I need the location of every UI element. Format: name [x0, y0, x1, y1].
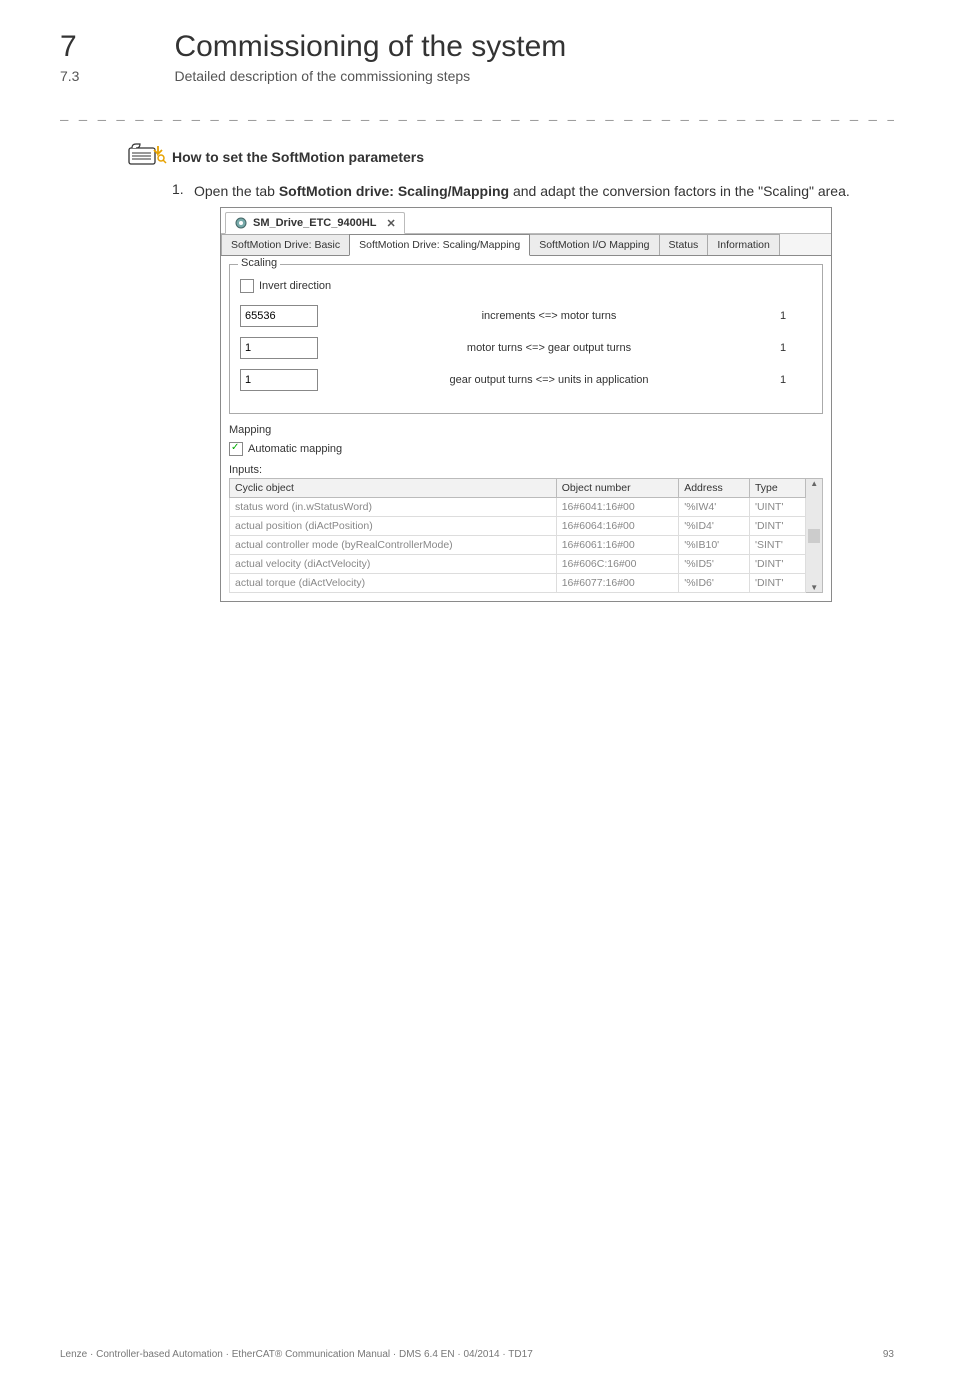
- scroll-up-icon[interactable]: ▲: [810, 479, 818, 488]
- inputs-table-wrap: Cyclic object Object number Address Type…: [229, 478, 823, 593]
- scale-right-1: 1: [780, 342, 812, 354]
- table-row[interactable]: actual position (diActPosition)16#6064:1…: [230, 517, 806, 536]
- invert-direction-row[interactable]: Invert direction: [240, 279, 812, 293]
- invert-direction-label: Invert direction: [259, 280, 331, 292]
- table-row[interactable]: actual controller mode (byRealController…: [230, 536, 806, 555]
- auto-mapping-label: Automatic mapping: [248, 443, 342, 455]
- invert-direction-checkbox[interactable]: [240, 279, 254, 293]
- scale-right-0: 1: [780, 310, 812, 322]
- screenshot-panel: SM_Drive_ETC_9400HL ✕ SoftMotion Drive: …: [220, 207, 832, 602]
- tab-io-mapping[interactable]: SoftMotion I/O Mapping: [529, 234, 659, 255]
- scroll-down-icon[interactable]: ▼: [810, 583, 818, 592]
- section-title: Detailed description of the commissionin…: [174, 68, 470, 84]
- auto-mapping-row[interactable]: Automatic mapping: [229, 442, 823, 456]
- scale-row-0: increments <=> motor turns 1: [240, 305, 812, 327]
- increments-input[interactable]: [240, 305, 318, 327]
- motor-turns-input[interactable]: [240, 337, 318, 359]
- scale-row-1: motor turns <=> gear output turns 1: [240, 337, 812, 359]
- table-row[interactable]: actual velocity (diActVelocity)16#606C:1…: [230, 555, 806, 574]
- col-address[interactable]: Address: [679, 479, 750, 498]
- inputs-label: Inputs:: [229, 464, 823, 476]
- scale-label-1: motor turns <=> gear output turns: [318, 342, 780, 354]
- inputs-table: Cyclic object Object number Address Type…: [229, 478, 806, 593]
- scale-label-0: increments <=> motor turns: [318, 310, 780, 322]
- howto-heading: How to set the SoftMotion parameters: [128, 142, 894, 171]
- tab-status[interactable]: Status: [659, 234, 709, 255]
- sub-tab-bar: SoftMotion Drive: Basic SoftMotion Drive…: [221, 234, 831, 256]
- step-number: 1.: [172, 181, 194, 201]
- tab-basic[interactable]: SoftMotion Drive: Basic: [221, 234, 350, 255]
- chapter-title: Commissioning of the system: [174, 30, 566, 64]
- scale-right-2: 1: [780, 374, 812, 386]
- scroll-thumb[interactable]: [808, 529, 820, 543]
- col-cyclic[interactable]: Cyclic object: [230, 479, 557, 498]
- procedure-icon: [128, 142, 172, 171]
- scaling-legend: Scaling: [238, 257, 280, 269]
- separator: _ _ _ _ _ _ _ _ _ _ _ _ _ _ _ _ _ _ _ _ …: [60, 108, 894, 124]
- file-tab-bar: SM_Drive_ETC_9400HL ✕: [221, 208, 831, 234]
- step-text: Open the tab SoftMotion drive: Scaling/M…: [194, 181, 850, 201]
- chapter-header: 7 Commissioning of the system 7.3 Detail…: [60, 30, 894, 86]
- file-tab[interactable]: SM_Drive_ETC_9400HL ✕: [225, 212, 405, 234]
- page-footer: Lenze · Controller-based Automation · Et…: [60, 1349, 894, 1360]
- scale-row-2: gear output turns <=> units in applicati…: [240, 369, 812, 391]
- footer-page-number: 93: [883, 1349, 894, 1360]
- scale-label-2: gear output turns <=> units in applicati…: [318, 374, 780, 386]
- scaling-group: Scaling Invert direction increments <=> …: [229, 264, 823, 414]
- step-1: 1. Open the tab SoftMotion drive: Scalin…: [172, 181, 894, 201]
- mapping-legend: Mapping: [229, 424, 823, 436]
- table-row[interactable]: actual torque (diActVelocity)16#6077:16#…: [230, 574, 806, 593]
- footer-left: Lenze · Controller-based Automation · Et…: [60, 1349, 533, 1360]
- table-scrollbar[interactable]: ▲ ▼: [806, 478, 823, 593]
- chapter-number: 7: [60, 30, 170, 64]
- table-row[interactable]: status word (in.wStatusWord)16#6041:16#0…: [230, 498, 806, 517]
- gear-icon: [234, 216, 248, 230]
- howto-title: How to set the SoftMotion parameters: [172, 149, 424, 165]
- file-tab-label: SM_Drive_ETC_9400HL: [253, 217, 377, 229]
- section-number: 7.3: [60, 68, 170, 84]
- tab-scaling-mapping[interactable]: SoftMotion Drive: Scaling/Mapping: [349, 234, 530, 256]
- auto-mapping-checkbox[interactable]: [229, 442, 243, 456]
- col-type[interactable]: Type: [749, 479, 805, 498]
- col-object-number[interactable]: Object number: [556, 479, 679, 498]
- close-icon[interactable]: ✕: [387, 217, 396, 230]
- gear-output-input[interactable]: [240, 369, 318, 391]
- tab-information[interactable]: Information: [707, 234, 780, 255]
